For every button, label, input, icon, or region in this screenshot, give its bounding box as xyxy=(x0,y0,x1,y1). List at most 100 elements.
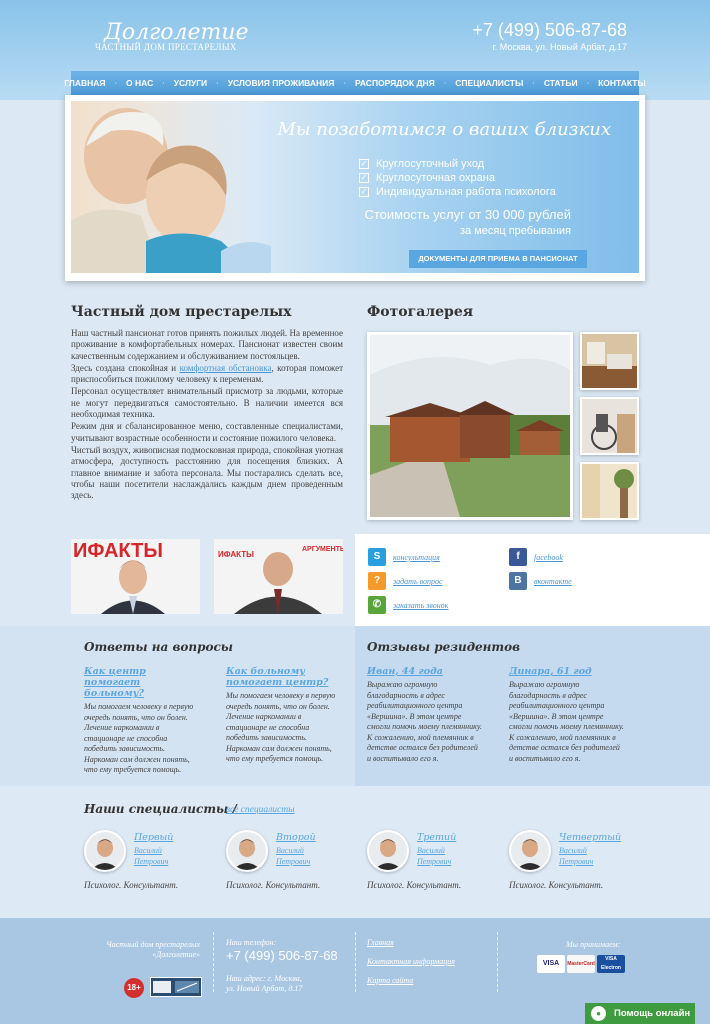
review-author-link[interactable]: Динара, 61 год xyxy=(509,666,624,677)
gallery-thumb[interactable] xyxy=(580,332,639,390)
address-label: Наш адрес: г. Москва, xyxy=(226,974,302,983)
facebook-link[interactable]: f facebook xyxy=(509,548,563,566)
banner-inner: Мы позаботимся о ваших близких ✓ Круглос… xyxy=(71,101,639,273)
comfort-link[interactable]: комфортная обстановка xyxy=(180,363,272,373)
vk-link[interactable]: В вконтакте xyxy=(509,572,572,590)
about-paragraph: Режим дня и сбалансированное меню, соста… xyxy=(71,421,343,443)
qa-answer: Мы помогаем человеку в первую очередь по… xyxy=(226,691,336,763)
visitor-counter[interactable] xyxy=(150,977,202,997)
interior-photo xyxy=(582,464,637,518)
checkbox-icon: ✓ xyxy=(359,173,369,183)
footer-link[interactable]: Главная xyxy=(367,938,394,947)
gallery-thumb[interactable] xyxy=(580,397,639,455)
hero-banner: Мы позаботимся о ваших близких ✓ Круглос… xyxy=(65,95,645,281)
help-online-label: Помощь онлайн xyxy=(614,1008,691,1019)
footer-address: Наш адрес: г. Москва, ул. Новый Арбат, д… xyxy=(226,974,302,994)
svg-text:АРГУМЕНТЫ: АРГУМЕНТЫ xyxy=(302,546,343,553)
phone-icon: ✆ xyxy=(368,596,386,614)
nav-item-articles[interactable]: СТАТЬИ xyxy=(535,78,587,88)
avatar[interactable] xyxy=(226,830,268,872)
specialist-fullname: Василий Петрович xyxy=(134,845,168,867)
review-item: Динара, 61 год Выражаю огромную благодар… xyxy=(509,666,624,764)
wheelchair-photo xyxy=(582,399,637,453)
specialist-name-link[interactable]: Четвертый xyxy=(559,832,621,843)
documents-button[interactable]: ДОКУМЕНТЫ ДЛЯ ПРИЕМА В ПАНСИОНАТ xyxy=(409,250,587,268)
avatar[interactable] xyxy=(509,830,551,872)
specialist-name-link[interactable]: Первый xyxy=(134,832,173,843)
age-rating-badge: 18+ xyxy=(124,978,144,998)
nav-item-schedule[interactable]: РАСПОРЯДОК ДНЯ xyxy=(346,78,444,88)
news-photo-1[interactable]: ИФАКТЫ xyxy=(71,539,200,614)
nav-item-home[interactable]: ГЛАВНАЯ xyxy=(55,78,114,88)
gallery-title: Фотогалерея xyxy=(367,304,474,320)
specialist-photo xyxy=(86,832,124,870)
specialist-first-name: Василий xyxy=(559,846,587,855)
visa-card-icon: VISA xyxy=(537,955,565,973)
social-label: задать вопрос xyxy=(393,576,443,586)
nav-item-services[interactable]: УСЛУГИ xyxy=(165,78,216,88)
nav-item-contacts[interactable]: КОНТАКТЫ xyxy=(589,78,655,88)
avatar[interactable] xyxy=(367,830,409,872)
footer-divider xyxy=(355,932,356,992)
specialists-section: Наши специалисты / все специалисты Первы… xyxy=(0,786,710,918)
callback-link[interactable]: ✆ заказать звонок xyxy=(368,596,448,614)
feature-label: Индивидуальная работа психолога xyxy=(376,186,556,198)
banner-feature: ✓ Индивидуальная работа психолога xyxy=(359,186,556,198)
qa-question-link[interactable]: Как больному помогает центр? xyxy=(226,666,341,688)
review-text: Выражаю огромную благодарность в адрес р… xyxy=(367,680,482,763)
specialist-first-name: Василий xyxy=(276,846,304,855)
consultation-link[interactable]: S консультация xyxy=(368,548,440,566)
specialist-name-link[interactable]: Второй xyxy=(276,832,316,843)
nav-item-conditions[interactable]: УСЛОВИЯ ПРОЖИВАНИЯ xyxy=(219,78,344,88)
avatar[interactable] xyxy=(84,830,126,872)
qa-item: Как больному помогает центр? Мы помогаем… xyxy=(226,666,341,765)
about-paragraph: Наш частный пансионат готов принять пожи… xyxy=(71,328,343,361)
house-photo xyxy=(370,335,570,517)
specialist-fullname: Василий Петрович xyxy=(417,845,451,867)
skype-icon: S xyxy=(368,548,386,566)
social-label: консультация xyxy=(393,552,440,562)
page: Долголетие ЧАСТНЫЙ ДОМ ПРЕСТАРЕЛЫХ +7 (4… xyxy=(0,0,710,1024)
ask-question-link[interactable]: ? задать вопрос xyxy=(368,572,443,590)
qa-item: Как центр помогает больному? Мы помогаем… xyxy=(84,666,199,776)
news-image: ИФАКТЫ xyxy=(71,539,200,614)
specialist-patronymic: Петрович xyxy=(417,857,452,866)
logo-subtitle: ЧАСТНЫЙ ДОМ ПРЕСТАРЕЛЫХ xyxy=(95,42,237,52)
all-specialists-link[interactable]: все специалисты xyxy=(226,805,295,815)
banner-feature: ✓ Круглосуточная охрана xyxy=(359,172,495,184)
specialist-role: Психолог. Консультант. xyxy=(226,880,321,890)
nav-item-specialists[interactable]: СПЕЦИАЛИСТЫ xyxy=(446,78,532,88)
qa-question-link[interactable]: Как центр помогает больному? xyxy=(84,666,199,699)
counter-icon xyxy=(153,981,199,993)
footer-link[interactable]: Карта сайта xyxy=(367,976,413,985)
about-text: Наш частный пансионат готов принять пожи… xyxy=(71,328,343,502)
specialist-fullname: Василий Петрович xyxy=(276,845,310,867)
specialist-role: Психолог. Консультант. xyxy=(84,880,179,890)
specialist-role: Психолог. Консультант. xyxy=(509,880,604,890)
banner-price: Стоимость услуг от 30 000 рублей xyxy=(364,207,571,222)
footer-divider xyxy=(213,932,214,992)
specialist-name-link[interactable]: Третий xyxy=(417,832,456,843)
review-author-link[interactable]: Иван, 44 года xyxy=(367,666,482,677)
help-online-button[interactable]: ● Помощь онлайн xyxy=(585,1003,695,1024)
nav-item-about[interactable]: О НАС xyxy=(117,78,162,88)
news-photo-2[interactable]: ИФАКТЫ АРГУМЕНТЫ xyxy=(214,539,343,614)
feature-label: Круглосуточный уход xyxy=(376,158,485,170)
chat-icon: ● xyxy=(591,1006,606,1021)
specialist-photo xyxy=(511,832,549,870)
svg-text:ИФАКТЫ: ИФАКТЫ xyxy=(73,540,163,562)
checkbox-icon: ✓ xyxy=(359,187,369,197)
gallery-main-photo[interactable] xyxy=(367,332,573,520)
footer-link[interactable]: Контактная информация xyxy=(367,957,455,966)
specialist-role: Психолог. Консультант. xyxy=(367,880,462,890)
footer-org: Частный дом престарелых «Долголетие» xyxy=(84,940,200,960)
feature-label: Круглосуточная охрана xyxy=(376,172,495,184)
phone-label: Наш телефон: xyxy=(226,938,277,947)
reviews-title: Отзывы резидентов xyxy=(367,640,521,654)
specialist-fullname: Василий Петрович xyxy=(559,845,593,867)
social-label: заказать звонок xyxy=(393,600,449,610)
footer-link-home: Главная xyxy=(367,938,394,948)
checkbox-icon: ✓ xyxy=(359,159,369,169)
footer-link-sitemap: Карта сайта xyxy=(367,976,413,986)
gallery-thumb[interactable] xyxy=(580,462,639,520)
